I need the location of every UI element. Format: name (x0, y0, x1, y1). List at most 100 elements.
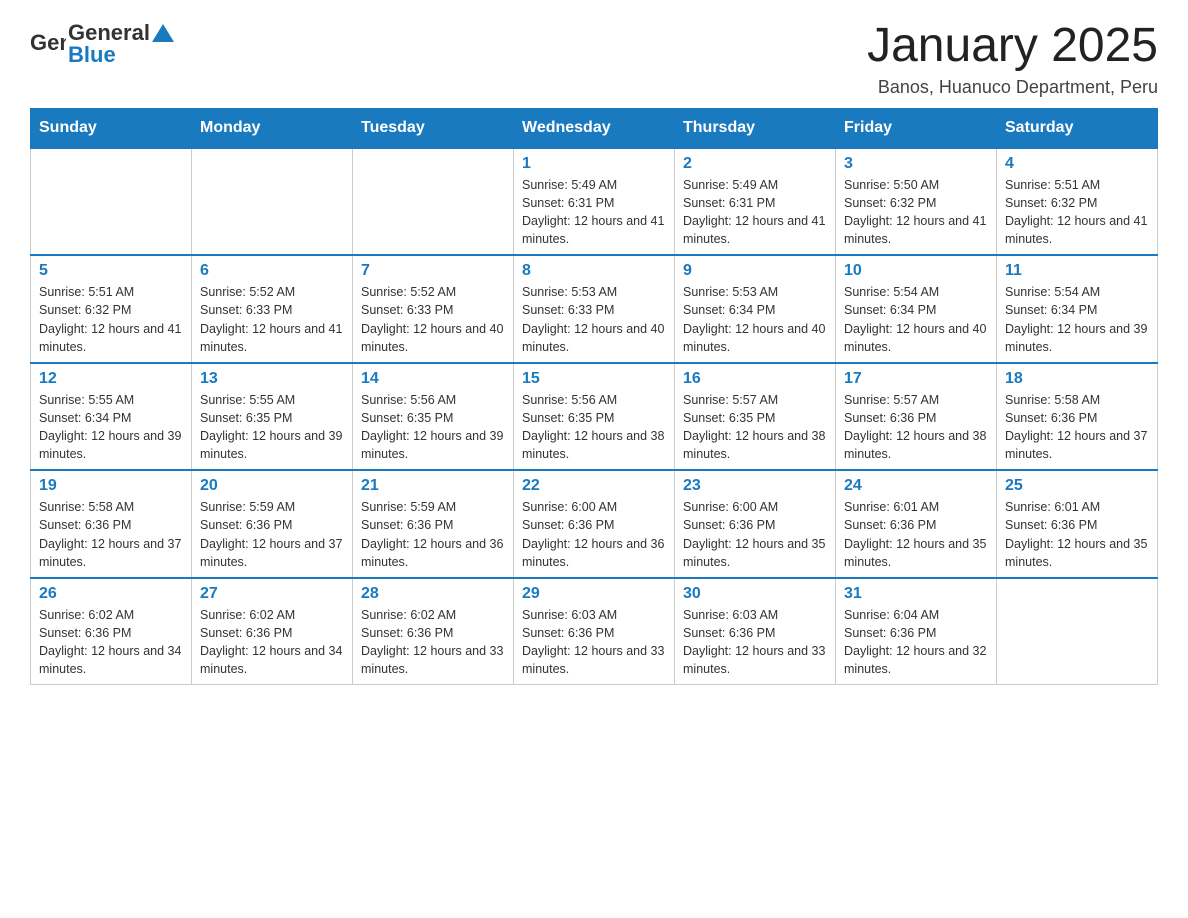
col-header-saturday: Saturday (997, 108, 1158, 148)
svg-text:General: General (30, 30, 66, 55)
day-info: Sunrise: 6:00 AMSunset: 6:36 PMDaylight:… (683, 498, 827, 571)
day-info: Sunrise: 5:49 AMSunset: 6:31 PMDaylight:… (522, 176, 666, 249)
calendar-header-row: SundayMondayTuesdayWednesdayThursdayFrid… (31, 108, 1158, 148)
calendar-cell: 5 Sunrise: 5:51 AMSunset: 6:32 PMDaylight… (31, 255, 192, 363)
day-info: Sunrise: 6:00 AMSunset: 6:36 PMDaylight:… (522, 498, 666, 571)
calendar-cell: 27 Sunrise: 6:02 AMSunset: 6:36 PMDayligh… (192, 578, 353, 685)
day-info: Sunrise: 6:03 AMSunset: 6:36 PMDaylight:… (683, 606, 827, 679)
day-number: 17 (844, 370, 988, 388)
day-info: Sunrise: 5:52 AMSunset: 6:33 PMDaylight:… (200, 283, 344, 356)
calendar-table: SundayMondayTuesdayWednesdayThursdayFrid… (30, 108, 1158, 686)
day-number: 12 (39, 370, 183, 388)
day-number: 29 (522, 585, 666, 603)
day-number: 21 (361, 477, 505, 495)
calendar-subtitle: Banos, Huanuco Department, Peru (867, 77, 1158, 98)
calendar-week-row: 12 Sunrise: 5:55 AMSunset: 6:34 PMDayligh… (31, 363, 1158, 471)
calendar-cell: 19Sunrise: 5:58 AMSunset: 6:36 PMDayligh… (31, 470, 192, 578)
day-info: Sunrise: 5:58 AMSunset: 6:36 PMDaylight:… (1005, 391, 1149, 464)
calendar-cell: 23 Sunrise: 6:00 AMSunset: 6:36 PMDayligh… (675, 470, 836, 578)
day-info: Sunrise: 5:58 AMSunset: 6:36 PMDaylight:… (39, 498, 183, 571)
calendar-cell: 3 Sunrise: 5:50 AMSunset: 6:32 PMDaylight… (836, 148, 997, 256)
calendar-cell: 4 Sunrise: 5:51 AMSunset: 6:32 PMDaylight… (997, 148, 1158, 256)
logo-triangle-icon (152, 22, 174, 44)
calendar-cell: 2 Sunrise: 5:49 AMSunset: 6:31 PMDaylight… (675, 148, 836, 256)
day-info: Sunrise: 5:51 AMSunset: 6:32 PMDaylight:… (1005, 176, 1149, 249)
day-info: Sunrise: 5:54 AMSunset: 6:34 PMDaylight:… (844, 283, 988, 356)
calendar-cell: 24 Sunrise: 6:01 AMSunset: 6:36 PMDayligh… (836, 470, 997, 578)
calendar-cell: 30 Sunrise: 6:03 AMSunset: 6:36 PMDayligh… (675, 578, 836, 685)
calendar-week-row: 26Sunrise: 6:02 AMSunset: 6:36 PMDayligh… (31, 578, 1158, 685)
calendar-cell: 21 Sunrise: 5:59 AMSunset: 6:36 PMDayligh… (353, 470, 514, 578)
calendar-week-row: 5 Sunrise: 5:51 AMSunset: 6:32 PMDaylight… (31, 255, 1158, 363)
day-number: 31 (844, 585, 988, 603)
page-header: General General Blue January 2025 Banos,… (30, 20, 1158, 98)
day-number: 28 (361, 585, 505, 603)
calendar-cell (353, 148, 514, 256)
day-number: 2 (683, 155, 827, 173)
day-number: 15 (522, 370, 666, 388)
day-info: Sunrise: 5:51 AMSunset: 6:32 PMDaylight:… (39, 283, 183, 356)
day-number: 18 (1005, 370, 1149, 388)
day-info: Sunrise: 6:02 AMSunset: 6:36 PMDaylight:… (200, 606, 344, 679)
day-info: Sunrise: 5:49 AMSunset: 6:31 PMDaylight:… (683, 176, 827, 249)
day-number: 25 (1005, 477, 1149, 495)
day-number: 9 (683, 262, 827, 280)
day-number: 23 (683, 477, 827, 495)
day-number: 7 (361, 262, 505, 280)
title-block: January 2025 Banos, Huanuco Department, … (867, 20, 1158, 98)
col-header-sunday: Sunday (31, 108, 192, 148)
calendar-cell: 1 Sunrise: 5:49 AMSunset: 6:31 PMDaylight… (514, 148, 675, 256)
col-header-wednesday: Wednesday (514, 108, 675, 148)
day-number: 13 (200, 370, 344, 388)
day-info: Sunrise: 6:01 AMSunset: 6:36 PMDaylight:… (1005, 498, 1149, 571)
day-number: 4 (1005, 155, 1149, 173)
day-info: Sunrise: 5:50 AMSunset: 6:32 PMDaylight:… (844, 176, 988, 249)
calendar-cell: 6 Sunrise: 5:52 AMSunset: 6:33 PMDaylight… (192, 255, 353, 363)
calendar-cell (192, 148, 353, 256)
day-number: 5 (39, 262, 183, 280)
calendar-cell (997, 578, 1158, 685)
day-number: 1 (522, 155, 666, 173)
calendar-cell: 15 Sunrise: 5:56 AMSunset: 6:35 PMDayligh… (514, 363, 675, 471)
day-number: 3 (844, 155, 988, 173)
logo-icon: General (30, 30, 66, 58)
day-number: 6 (200, 262, 344, 280)
day-number: 8 (522, 262, 666, 280)
day-info: Sunrise: 5:57 AMSunset: 6:36 PMDaylight:… (844, 391, 988, 464)
calendar-cell: 25 Sunrise: 6:01 AMSunset: 6:36 PMDayligh… (997, 470, 1158, 578)
col-header-monday: Monday (192, 108, 353, 148)
day-info: Sunrise: 5:59 AMSunset: 6:36 PMDaylight:… (361, 498, 505, 571)
day-number: 16 (683, 370, 827, 388)
calendar-cell: 14Sunrise: 5:56 AMSunset: 6:35 PMDayligh… (353, 363, 514, 471)
day-info: Sunrise: 6:02 AMSunset: 6:36 PMDaylight:… (361, 606, 505, 679)
calendar-cell: 20Sunrise: 5:59 AMSunset: 6:36 PMDayligh… (192, 470, 353, 578)
day-number: 10 (844, 262, 988, 280)
day-number: 27 (200, 585, 344, 603)
day-info: Sunrise: 5:56 AMSunset: 6:35 PMDaylight:… (522, 391, 666, 464)
col-header-thursday: Thursday (675, 108, 836, 148)
calendar-cell: 12 Sunrise: 5:55 AMSunset: 6:34 PMDayligh… (31, 363, 192, 471)
day-info: Sunrise: 5:54 AMSunset: 6:34 PMDaylight:… (1005, 283, 1149, 356)
calendar-cell: 16Sunrise: 5:57 AMSunset: 6:35 PMDayligh… (675, 363, 836, 471)
day-number: 30 (683, 585, 827, 603)
day-info: Sunrise: 5:55 AMSunset: 6:34 PMDaylight:… (39, 391, 183, 464)
day-info: Sunrise: 5:53 AMSunset: 6:34 PMDaylight:… (683, 283, 827, 356)
day-info: Sunrise: 5:55 AMSunset: 6:35 PMDaylight:… (200, 391, 344, 464)
day-info: Sunrise: 5:52 AMSunset: 6:33 PMDaylight:… (361, 283, 505, 356)
calendar-cell: 9 Sunrise: 5:53 AMSunset: 6:34 PMDaylight… (675, 255, 836, 363)
calendar-week-row: 19Sunrise: 5:58 AMSunset: 6:36 PMDayligh… (31, 470, 1158, 578)
calendar-title: January 2025 (867, 20, 1158, 73)
calendar-cell: 17 Sunrise: 5:57 AMSunset: 6:36 PMDayligh… (836, 363, 997, 471)
calendar-week-row: 1 Sunrise: 5:49 AMSunset: 6:31 PMDaylight… (31, 148, 1158, 256)
day-info: Sunrise: 6:02 AMSunset: 6:36 PMDaylight:… (39, 606, 183, 679)
day-info: Sunrise: 6:01 AMSunset: 6:36 PMDaylight:… (844, 498, 988, 571)
calendar-cell: 8 Sunrise: 5:53 AMSunset: 6:33 PMDaylight… (514, 255, 675, 363)
calendar-cell: 29Sunrise: 6:03 AMSunset: 6:36 PMDayligh… (514, 578, 675, 685)
calendar-cell: 28 Sunrise: 6:02 AMSunset: 6:36 PMDayligh… (353, 578, 514, 685)
day-info: Sunrise: 5:53 AMSunset: 6:33 PMDaylight:… (522, 283, 666, 356)
col-header-tuesday: Tuesday (353, 108, 514, 148)
day-number: 24 (844, 477, 988, 495)
calendar-cell: 10 Sunrise: 5:54 AMSunset: 6:34 PMDayligh… (836, 255, 997, 363)
calendar-cell: 18 Sunrise: 5:58 AMSunset: 6:36 PMDayligh… (997, 363, 1158, 471)
calendar-cell (31, 148, 192, 256)
